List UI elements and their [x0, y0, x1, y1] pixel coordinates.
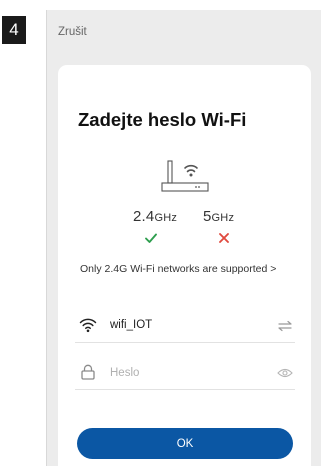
- router-wifi-icon: [159, 158, 211, 194]
- support-note-text: Only 2.4G Wi-Fi networks are supported: [80, 263, 268, 275]
- dialog-title: Zadejte heslo Wi-Fi: [78, 109, 247, 130]
- wifi-icon: [79, 317, 97, 333]
- lock-icon: [79, 364, 97, 380]
- step-number-badge: 4: [2, 16, 26, 44]
- frequency-bands: 2.4GHz 5GHz: [58, 208, 311, 228]
- band-5ghz: 5GHz: [203, 208, 234, 225]
- band-2-4-value: 2.4: [133, 208, 155, 225]
- cancel-button[interactable]: Zrušit: [58, 26, 87, 38]
- phone-screen: Zrušit Zadejte heslo Wi-Fi 2.4GHz 5GHz O…: [46, 10, 321, 466]
- password-input[interactable]: [110, 363, 260, 383]
- band-2-4-unit: GHz: [154, 212, 178, 224]
- wifi-network-row: wifi_IOT: [75, 309, 295, 343]
- band-5-unit: GHz: [211, 212, 235, 224]
- wifi-password-dialog: Zadejte heslo Wi-Fi 2.4GHz 5GHz Only 2.4…: [58, 65, 311, 466]
- ok-button[interactable]: OK: [77, 428, 293, 459]
- cross-icon: [217, 231, 231, 245]
- supported-networks-link[interactable]: Only 2.4G Wi-Fi networks are supported >: [80, 263, 276, 275]
- switch-network-icon[interactable]: [277, 319, 293, 333]
- ssid-value: wifi_IOT: [110, 319, 153, 331]
- eye-icon[interactable]: [277, 366, 293, 380]
- password-row: [75, 356, 295, 390]
- band-5-value: 5: [203, 208, 212, 225]
- chevron-right-icon: >: [270, 263, 277, 275]
- band-2-4ghz: 2.4GHz: [133, 208, 177, 225]
- check-icon: [144, 231, 158, 245]
